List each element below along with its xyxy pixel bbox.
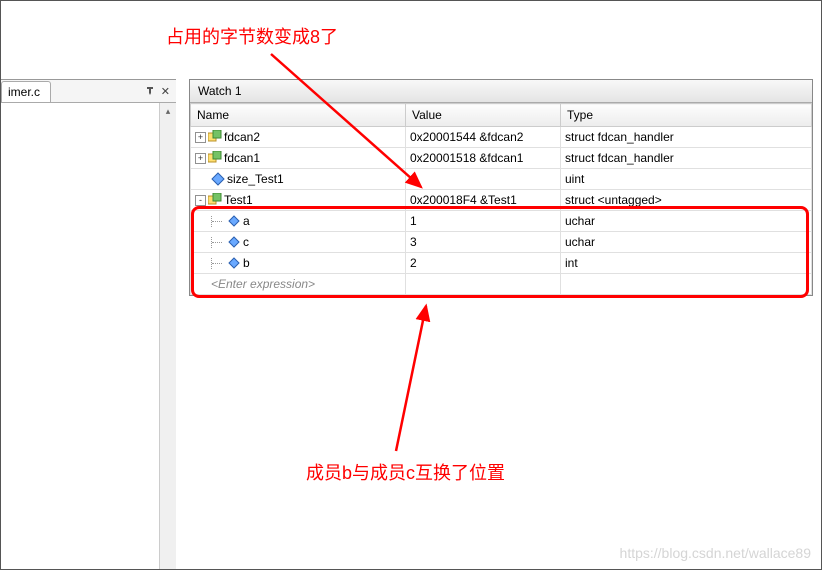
row-name: size_Test1 bbox=[227, 172, 284, 186]
header-value[interactable]: Value bbox=[406, 104, 561, 127]
header-type[interactable]: Type bbox=[561, 104, 812, 127]
row-type: struct fdcan_handler bbox=[561, 127, 812, 148]
editor-tab-label: imer.c bbox=[8, 85, 40, 99]
pin-icon[interactable] bbox=[145, 84, 155, 98]
row-name: c bbox=[243, 235, 249, 249]
enter-expression-row[interactable]: <Enter expression> bbox=[191, 274, 812, 295]
table-row[interactable]: a 1uchar bbox=[191, 211, 812, 232]
row-value: 2 bbox=[406, 253, 561, 274]
row-type: struct fdcan_handler bbox=[561, 148, 812, 169]
header-name[interactable]: Name bbox=[191, 104, 406, 127]
tree-connector bbox=[211, 237, 225, 248]
table-row[interactable]: c 3uchar bbox=[191, 232, 812, 253]
row-name: Test1 bbox=[224, 193, 253, 207]
struct-icon bbox=[208, 193, 222, 207]
watch-title: Watch 1 bbox=[190, 80, 812, 103]
row-type: struct <untagged> bbox=[561, 190, 812, 211]
struct-icon bbox=[208, 151, 222, 165]
scrollbar[interactable]: ▴ bbox=[159, 103, 176, 569]
member-icon bbox=[227, 256, 241, 270]
scroll-up-icon[interactable]: ▴ bbox=[160, 103, 176, 120]
expander-icon[interactable]: + bbox=[195, 153, 206, 164]
row-name: a bbox=[243, 214, 250, 228]
row-value: 0x20001518 &fdcan1 bbox=[406, 148, 561, 169]
tree-connector bbox=[211, 216, 225, 227]
table-row[interactable]: + fdcan1 0x20001518 &fdcan1struct fdcan_ha… bbox=[191, 148, 812, 169]
expander-icon[interactable]: + bbox=[195, 132, 206, 143]
row-type: uchar bbox=[561, 232, 812, 253]
member-icon bbox=[227, 214, 241, 228]
row-type: uint bbox=[561, 169, 812, 190]
table-row[interactable]: - Test1 0x200018F4 &Test1struct <untagged> bbox=[191, 190, 812, 211]
row-value: 1 bbox=[406, 211, 561, 232]
enter-expression-label: <Enter expression> bbox=[211, 277, 315, 291]
struct-icon bbox=[208, 130, 222, 144]
arrow-bottom bbox=[386, 301, 446, 461]
row-type: uchar bbox=[561, 211, 812, 232]
row-value: 0x20001544 &fdcan2 bbox=[406, 127, 561, 148]
editor-tab-row: imer.c ✕ bbox=[1, 80, 176, 102]
table-row[interactable]: b 2int bbox=[191, 253, 812, 274]
row-value: 8 bbox=[406, 169, 561, 190]
variable-icon bbox=[211, 172, 225, 186]
member-icon bbox=[227, 235, 241, 249]
watch-panel: Watch 1 Name Value Type + fdcan2 0x2000154… bbox=[189, 79, 813, 296]
left-panel: imer.c ✕ ▴ bbox=[1, 79, 176, 569]
row-name: b bbox=[243, 256, 250, 270]
editor-tab[interactable]: imer.c bbox=[1, 81, 51, 102]
watermark: https://blog.csdn.net/wallace89 bbox=[620, 545, 811, 561]
editor-content bbox=[1, 103, 159, 569]
annotation-bottom: 成员b与成员c互换了位置 bbox=[306, 459, 505, 485]
row-value: 0x200018F4 &Test1 bbox=[406, 190, 561, 211]
row-name: fdcan2 bbox=[224, 130, 260, 144]
tree-connector bbox=[211, 258, 225, 269]
row-type: int bbox=[561, 253, 812, 274]
row-name: fdcan1 bbox=[224, 151, 260, 165]
table-row[interactable]: size_Test1 8uint bbox=[191, 169, 812, 190]
expander-icon[interactable]: - bbox=[195, 195, 206, 206]
watch-table: Name Value Type + fdcan2 0x20001544 &fdcan… bbox=[190, 103, 812, 295]
annotation-top: 占用的字节数变成8了 bbox=[166, 23, 338, 49]
table-row[interactable]: + fdcan2 0x20001544 &fdcan2struct fdcan_ha… bbox=[191, 127, 812, 148]
row-value: 3 bbox=[406, 232, 561, 253]
close-icon[interactable]: ✕ bbox=[161, 85, 170, 98]
